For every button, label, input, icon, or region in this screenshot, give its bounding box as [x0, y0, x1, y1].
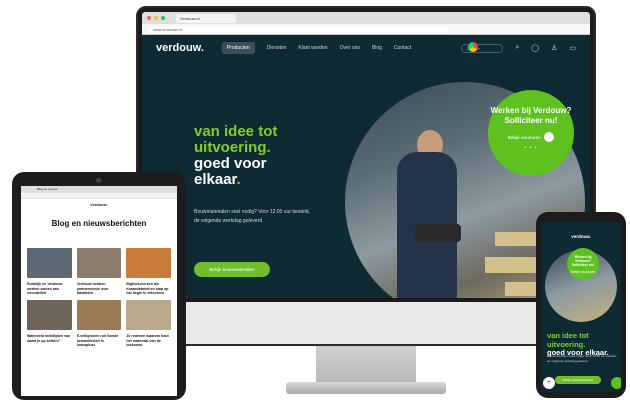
tablet-screen: Blog en nieuws verdouw. Blog en nieuwsbe… — [21, 186, 177, 396]
carousel-dots[interactable]: • • • — [488, 145, 574, 151]
nav-item-blog[interactable]: Blog — [372, 45, 382, 51]
vacature-badge[interactable]: Werken bij Verdouw? Solliciteer nu! Beki… — [488, 90, 574, 176]
blog-grid: Ruimtijk en Verdouw werken samen aan cir… — [27, 248, 171, 348]
camera-icon — [96, 178, 101, 183]
maximize-dot-icon[interactable] — [161, 16, 165, 20]
chat-icon[interactable]: ◯ — [531, 44, 539, 52]
site-navbar: verdouw. Producten Diensten Klant worden… — [142, 35, 590, 61]
blog-card-image — [76, 248, 122, 278]
hero-subtext: Bouwmaterialen snel nodig? Voor 12:00 uu… — [194, 209, 310, 224]
nav-item-contact[interactable]: Contact — [394, 45, 411, 51]
tablet-logo[interactable]: verdouw. — [21, 202, 177, 207]
cart-icon[interactable]: ▭ — [569, 44, 576, 52]
blog-card[interactable]: 10 redenen waarom hout het materiaal van… — [126, 300, 171, 348]
blog-card[interactable]: Bigfoot-merken als Kraamfabriek!en stap … — [126, 248, 171, 296]
hero-headline: van idee tot uitvoering. goed voor elkaa… — [194, 123, 278, 188]
blog-card[interactable]: E-veilighoren ruil Goede bemanifesten is… — [76, 300, 122, 348]
blog-card[interactable]: Waterveld meldtijden van wand je op keik… — [27, 300, 72, 348]
tablet-device: Blog en nieuws verdouw. Blog en nieuwsbe… — [12, 172, 186, 400]
site-logo[interactable]: verdouw. — [156, 42, 204, 54]
badge-title: Werken bij Verdouw? Solliciteer nu! — [490, 106, 572, 125]
vacatures-link[interactable]: Bekijk vacatures → — [488, 132, 574, 142]
phone-logo[interactable]: verdouw. — [541, 234, 621, 239]
browser-urlbar: www.verdouw.nl — [142, 24, 590, 35]
blog-card-image — [126, 248, 171, 278]
tablet-urlbar[interactable] — [21, 193, 177, 199]
blog-card-image — [27, 248, 72, 278]
nav-item-diensten[interactable]: Diensten — [267, 45, 287, 51]
phone-vacature-badge[interactable]: Werken bij Verdouw? Solliciteer nu! Beki… — [567, 248, 599, 280]
drill-figure — [415, 224, 461, 242]
browser-titlebar: Verdouw.nl — [142, 12, 590, 24]
desktop-monitor: Verdouw.nl www.verdouw.nl verdouw. Produ… — [136, 6, 596, 346]
tablet-tab[interactable]: Blog en nieuws — [21, 186, 177, 193]
blog-card[interactable]: Ruimtijk en Verdouw werken samen aan cir… — [27, 248, 72, 296]
phone-bouwmaterialen-button[interactable]: Bekijk bouwmaterialen — [555, 376, 601, 384]
bouwmaterialen-button[interactable]: Bekijk bouwmaterialen — [194, 262, 270, 277]
address-input[interactable]: www.verdouw.nl — [148, 25, 448, 33]
arrow-right-icon: → — [544, 132, 555, 142]
desktop-screen: Verdouw.nl www.verdouw.nl verdouw. Produ… — [142, 12, 590, 298]
chat-bubble-icon[interactable] — [611, 377, 621, 389]
browser-tab[interactable]: Verdouw.nl — [176, 13, 236, 23]
blog-card-image — [76, 300, 122, 330]
blog-card-image — [27, 300, 72, 330]
search-icon[interactable]: ⌕ — [515, 44, 519, 52]
nav-item-producten[interactable]: Producten — [221, 42, 255, 54]
device-mockup-stage: Verdouw.nl www.verdouw.nl verdouw. Produ… — [0, 0, 630, 400]
phone-device: verdouw. Werken bij Verdouw? Solliciteer… — [536, 212, 626, 398]
nav-item-klant-worden[interactable]: Klant worden — [298, 45, 327, 51]
nav-item-over-ons[interactable]: Over ons — [340, 45, 360, 51]
blog-title: Blog en nieuwsberichten — [51, 219, 147, 228]
multicolor-logo-icon — [468, 42, 478, 52]
close-dot-icon[interactable] — [147, 16, 151, 20]
blog-card-image — [126, 300, 171, 330]
user-icon[interactable]: ♙ — [551, 44, 557, 52]
monitor-chin — [138, 302, 594, 344]
minimize-dot-icon[interactable] — [154, 16, 158, 20]
phone-hero-subtext: Bouwmaterialen snel nodig? Voor 12:00 uu… — [547, 354, 617, 363]
phone-screen: verdouw. Werken bij Verdouw? Solliciteer… — [541, 222, 621, 392]
plus-icon[interactable]: + — [543, 377, 555, 389]
blog-card[interactable]: Verdouw hebben partnersessie over Maddel… — [76, 248, 122, 296]
monitor-base — [286, 382, 446, 394]
monitor-stand — [316, 346, 416, 384]
